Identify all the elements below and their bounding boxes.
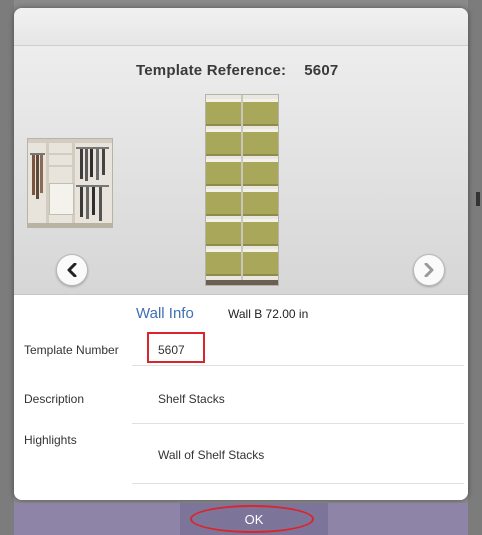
backdrop-left [0, 0, 14, 535]
row-divider [132, 423, 464, 424]
wall-description: Wall B 72.00 in [228, 307, 309, 321]
ok-button[interactable]: OK [180, 503, 328, 535]
template-preview: Template Reference: 5607 [14, 46, 468, 295]
shelf-stack-illustration [205, 94, 279, 286]
highlights-value: Wall of Shelf Stacks [158, 448, 265, 462]
description-value: Shelf Stacks [158, 392, 225, 406]
highlights-label: Highlights [24, 433, 77, 447]
template-number-highlight [147, 332, 205, 363]
template-number-label: Template Number [24, 343, 119, 357]
chevron-left-icon [67, 263, 77, 277]
wall-info-section: Wall Info Wall B 72.00 in Template Numbe… [14, 295, 468, 500]
previous-template-button[interactable] [56, 254, 88, 286]
template-reference-label: Template Reference: [136, 62, 287, 79]
template-info-modal: Template Reference: 5607 Wall Info Wall … [14, 8, 468, 500]
footer-bar: OK [14, 503, 468, 535]
row-divider [132, 365, 464, 366]
wall-info-title[interactable]: Wall Info [136, 305, 194, 322]
ok-button-label: OK [244, 511, 264, 527]
template-reference-number: 5607 [304, 62, 339, 79]
backdrop-edge-mark [476, 192, 480, 206]
backdrop-right [468, 0, 482, 535]
chevron-right-icon [424, 263, 434, 277]
row-divider [132, 483, 464, 484]
description-label: Description [24, 392, 85, 406]
template-reference: Template Reference: 5607 [136, 62, 338, 79]
next-template-button[interactable] [413, 254, 445, 286]
closet-thumbnail[interactable] [27, 138, 113, 228]
modal-header [14, 8, 468, 46]
